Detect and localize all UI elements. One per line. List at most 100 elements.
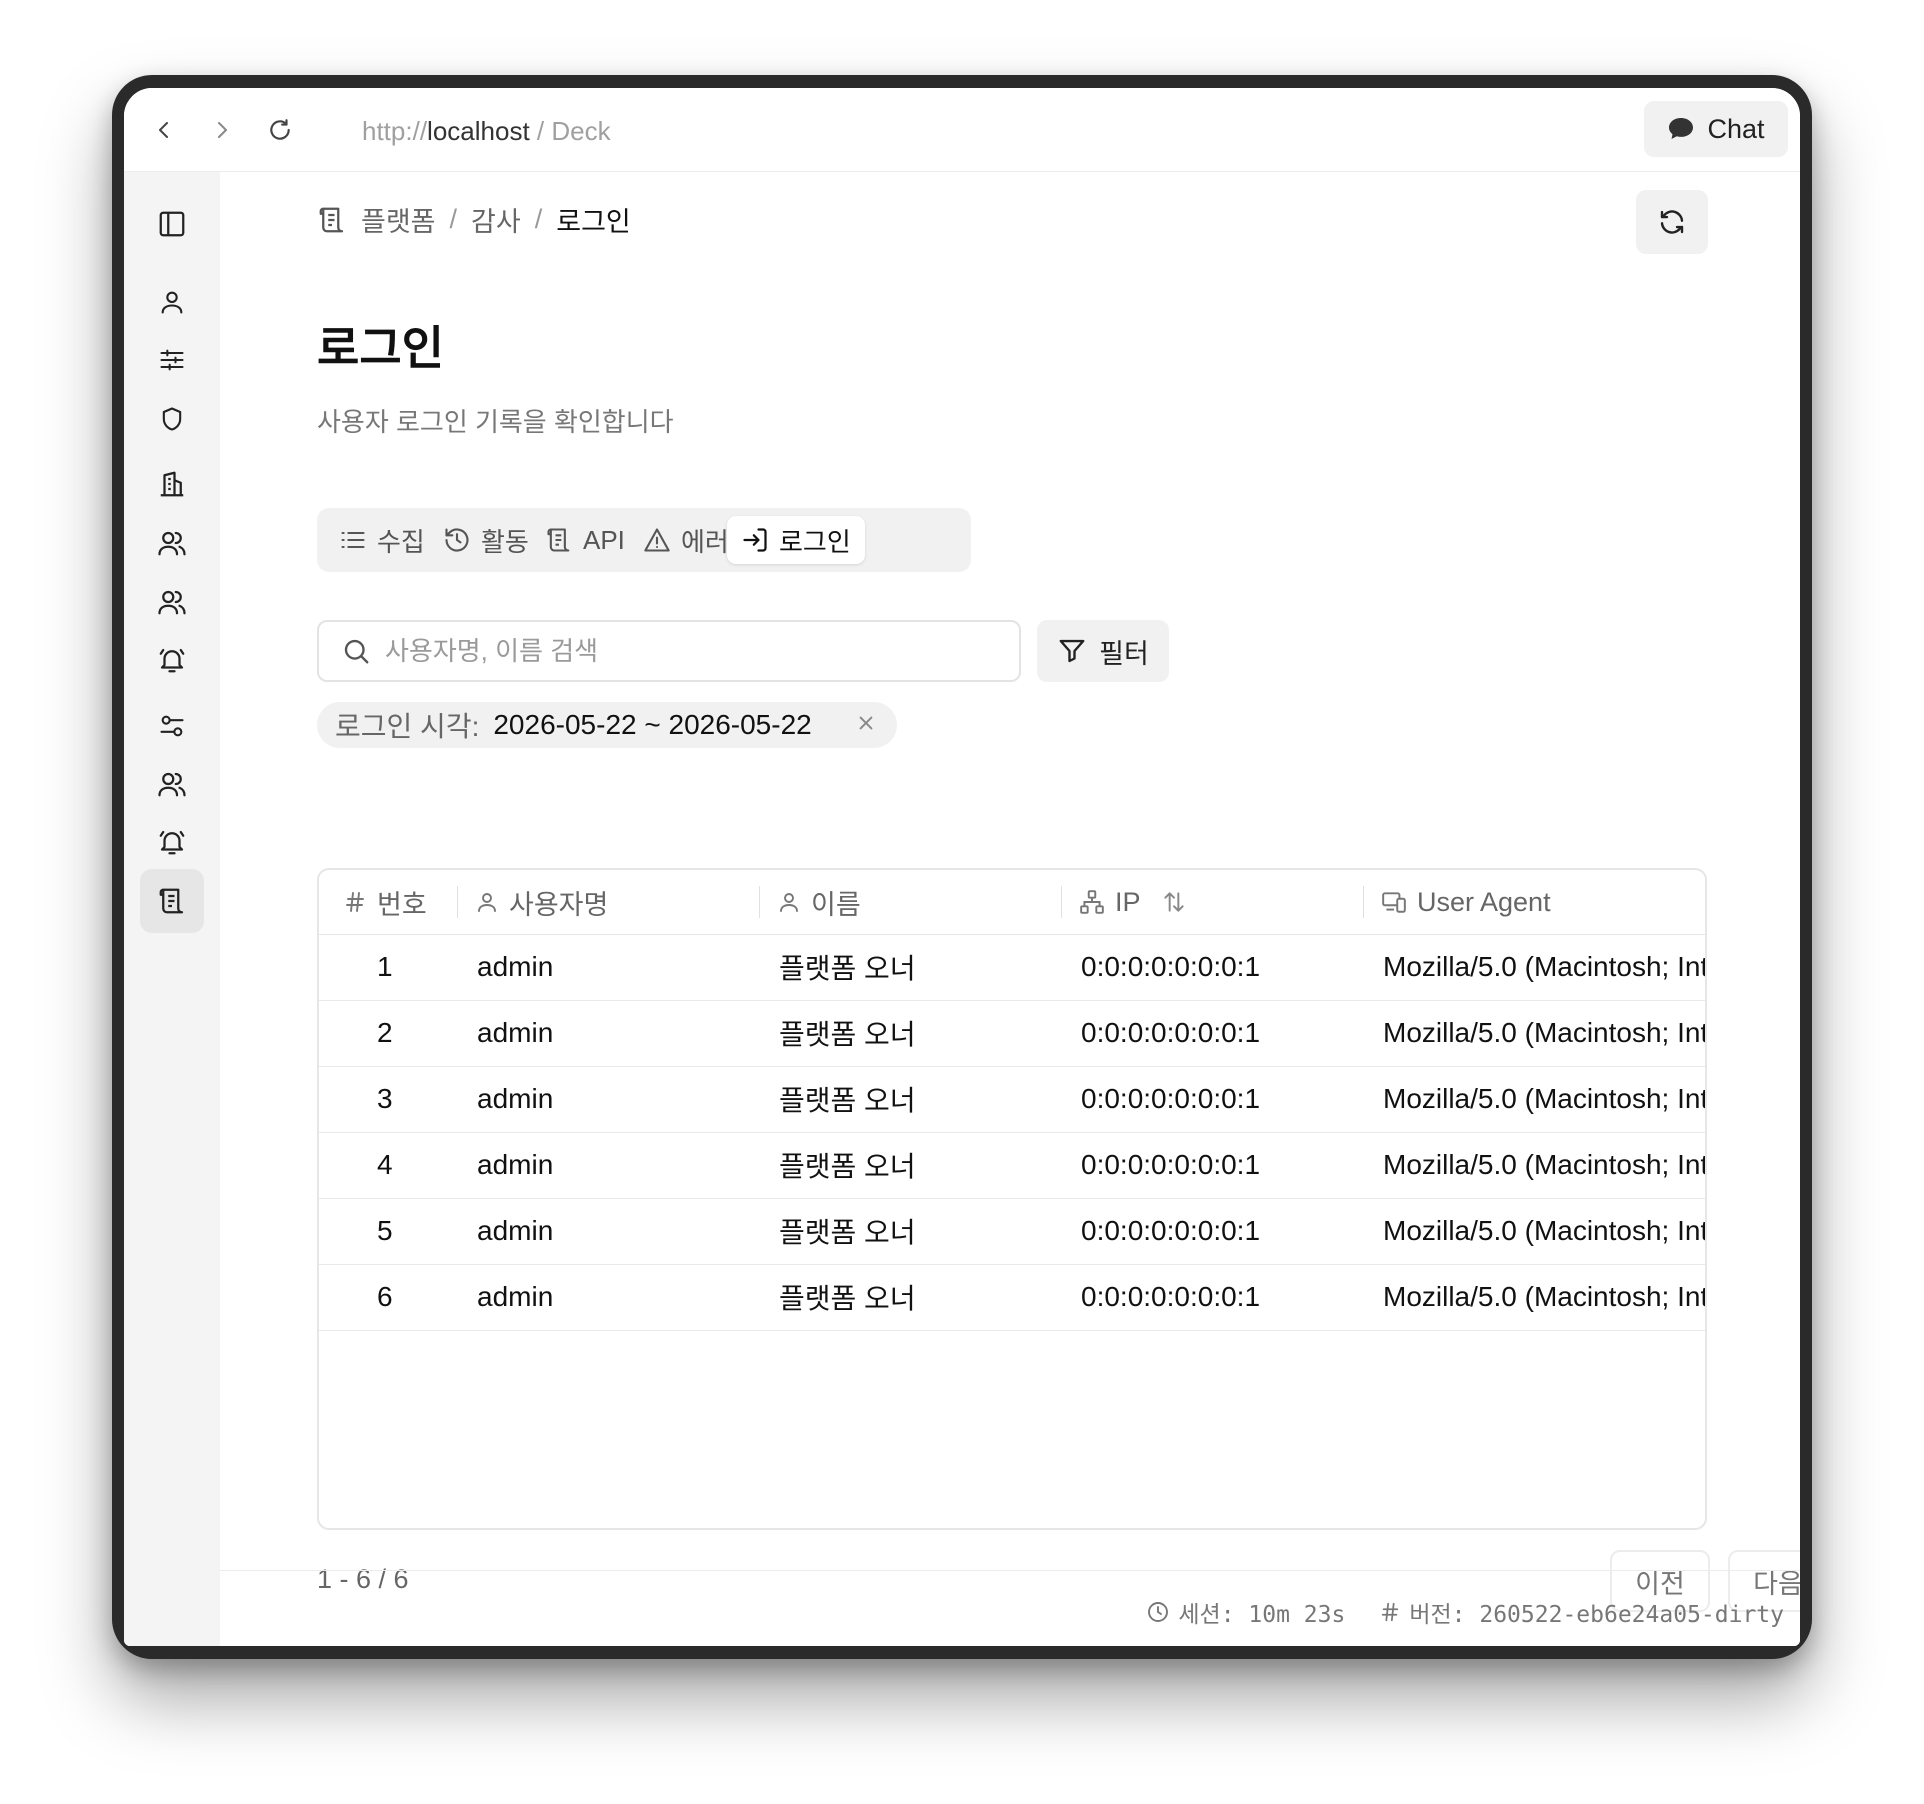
cell-user-agent: Mozilla/5.0 (Macintosh; Intel Mac OS X xyxy=(1383,1083,1705,1114)
cell-ip: 0:0:0:0:0:0:0:1 xyxy=(1081,1017,1261,1048)
tab-activity[interactable]: 활동 xyxy=(429,516,543,564)
reload-button[interactable] xyxy=(258,108,302,152)
session-info: 세션: 10m 23s xyxy=(1146,1595,1345,1629)
cell-number: 3 xyxy=(377,1083,393,1114)
breadcrumb: 플랫폼 / 감사 / 로그인 xyxy=(317,200,631,239)
sidebar-item-preferences[interactable] xyxy=(140,694,204,758)
page-description: 사용자 로그인 기록을 확인합니다 xyxy=(317,407,674,437)
table-row[interactable]: 1 admin 플랫폼 오너 0:0:0:0:0:0:0:1 Mozilla/5… xyxy=(319,934,1705,1001)
user-icon xyxy=(780,893,798,912)
column-header-number[interactable]: 번호 xyxy=(343,870,427,934)
filter-icon xyxy=(1059,639,1085,663)
cell-name: 플랫폼 오너 xyxy=(779,1085,916,1116)
sidebar-item-audit[interactable] xyxy=(140,869,204,933)
user-icon xyxy=(478,893,496,912)
cell-user-agent: Mozilla/5.0 (Macintosh; Intel Mac OS X xyxy=(1383,951,1705,982)
chat-bubble-icon xyxy=(1669,118,1694,139)
breadcrumb-separator: / xyxy=(534,204,543,234)
settings-toggle-icon xyxy=(160,715,184,737)
tab-errors[interactable]: 에러 xyxy=(629,516,743,564)
sidebar-item-accounts[interactable] xyxy=(140,752,204,816)
status-footer: 세션: 10m 23s 버전: 260522-eb6e24a05-dirty xyxy=(220,1570,1800,1646)
sliders-icon xyxy=(160,349,184,371)
cell-ip: 0:0:0:0:0:0:0:1 xyxy=(1081,1149,1261,1180)
cell-user-agent: Mozilla/5.0 (Macintosh; Intel Mac OS X xyxy=(1383,1215,1705,1246)
scroll-icon xyxy=(319,207,344,232)
users-icon xyxy=(158,531,186,556)
active-filter-chip: 로그인 시각: 2026-05-22 ~ 2026-05-22 xyxy=(317,702,897,748)
sidebar-item-organization[interactable] xyxy=(140,452,204,516)
cell-number: 5 xyxy=(377,1215,393,1246)
tab-login[interactable]: 로그인 xyxy=(727,516,865,564)
reload-icon xyxy=(270,119,290,140)
refresh-button[interactable] xyxy=(1636,190,1708,254)
search-box xyxy=(317,620,1021,682)
sidebar-item-members[interactable] xyxy=(140,511,204,575)
sort-icon[interactable] xyxy=(1161,889,1187,915)
tab-label: 활동 xyxy=(481,526,529,557)
user-icon xyxy=(161,291,183,314)
filter-chip-key: 로그인 시각: xyxy=(335,711,480,742)
back-button[interactable] xyxy=(142,108,186,152)
network-icon xyxy=(1080,890,1104,914)
breadcrumb-platform[interactable]: 플랫폼 xyxy=(361,200,436,239)
breadcrumb-audit[interactable]: 감사 xyxy=(471,200,521,239)
history-icon xyxy=(445,528,469,552)
cell-number: 2 xyxy=(377,1017,393,1048)
sidebar-item-users[interactable] xyxy=(140,270,204,334)
forward-button[interactable] xyxy=(200,108,244,152)
users-icon xyxy=(158,772,186,797)
remove-filter-button[interactable] xyxy=(853,710,879,736)
table-row[interactable]: 6 admin 플랫폼 오너 0:0:0:0:0:0:0:1 Mozilla/5… xyxy=(319,1264,1705,1331)
cell-name: 플랫폼 오너 xyxy=(779,1217,916,1248)
column-header-label: 사용자명 xyxy=(509,889,609,920)
sidebar xyxy=(124,172,220,1646)
column-header-label: 이름 xyxy=(811,889,861,920)
cell-user-agent: Mozilla/5.0 (Macintosh; Intel Mac OS X xyxy=(1383,1149,1705,1180)
cell-number: 6 xyxy=(377,1281,393,1312)
filter-button[interactable]: 필터 xyxy=(1037,620,1169,682)
cell-user-agent: Mozilla/5.0 (Macintosh; Intel Mac OS X xyxy=(1383,1017,1705,1048)
search-input[interactable] xyxy=(383,634,1007,668)
hash-icon xyxy=(346,892,364,912)
cell-username: admin xyxy=(477,1215,554,1246)
url-host: localhost xyxy=(427,116,530,146)
tab-api[interactable]: API xyxy=(531,516,639,564)
panel-left-icon xyxy=(159,211,185,237)
chevron-left-icon xyxy=(159,122,168,138)
column-divider xyxy=(1061,886,1062,918)
clock-icon xyxy=(1148,1602,1169,1622)
column-header-ip[interactable]: IP xyxy=(1079,870,1187,934)
table-row[interactable]: 3 admin 플랫폼 오너 0:0:0:0:0:0:0:1 Mozilla/5… xyxy=(319,1066,1705,1133)
tab-label: API xyxy=(583,524,625,555)
version-text: 버전: 260522-eb6e24a05-dirty xyxy=(1409,1602,1784,1628)
tab-collect[interactable]: 수집 xyxy=(325,516,439,564)
bell-icon xyxy=(159,830,185,855)
hash-icon xyxy=(1382,1602,1399,1622)
main-content: 플랫폼 / 감사 / 로그인 로그인 사용자 로그인 기록을 확인합니다 수집 … xyxy=(220,172,1800,1646)
table-header: 번호 사용자명 이름 IP User Agent xyxy=(319,870,1705,935)
cell-ip: 0:0:0:0:0:0:0:1 xyxy=(1081,1083,1261,1114)
login-table: 번호 사용자명 이름 IP User Agent 1 admin 플랫폼 오너 … xyxy=(317,868,1707,1530)
cell-name: 플랫폼 오너 xyxy=(779,1019,916,1050)
column-header-name[interactable]: 이름 xyxy=(777,870,861,934)
sidebar-item-groups[interactable] xyxy=(140,570,204,634)
address-bar[interactable]: http://localhost / Deck xyxy=(362,116,611,147)
sidebar-item-notifications[interactable] xyxy=(140,628,204,692)
tab-label: 로그인 xyxy=(779,526,851,557)
sidebar-item-security[interactable] xyxy=(140,387,204,451)
table-row[interactable]: 2 admin 플랫폼 오너 0:0:0:0:0:0:0:1 Mozilla/5… xyxy=(319,1000,1705,1067)
column-header-user-agent[interactable]: User Agent xyxy=(1381,870,1551,934)
table-row[interactable]: 5 admin 플랫폼 오너 0:0:0:0:0:0:0:1 Mozilla/5… xyxy=(319,1198,1705,1265)
chat-button[interactable]: Chat xyxy=(1644,101,1788,157)
sidebar-item-settings[interactable] xyxy=(140,328,204,392)
shield-icon xyxy=(162,407,182,431)
column-header-username[interactable]: 사용자명 xyxy=(475,870,608,934)
sidebar-toggle[interactable] xyxy=(140,192,204,256)
search-icon xyxy=(344,639,369,664)
cell-number: 1 xyxy=(377,951,393,982)
cell-name: 플랫폼 오너 xyxy=(779,1151,916,1182)
cell-user-agent: Mozilla/5.0 (Macintosh; Intel Mac OS X xyxy=(1383,1281,1705,1312)
sidebar-item-alerts[interactable] xyxy=(140,810,204,874)
table-row[interactable]: 4 admin 플랫폼 오너 0:0:0:0:0:0:0:1 Mozilla/5… xyxy=(319,1132,1705,1199)
